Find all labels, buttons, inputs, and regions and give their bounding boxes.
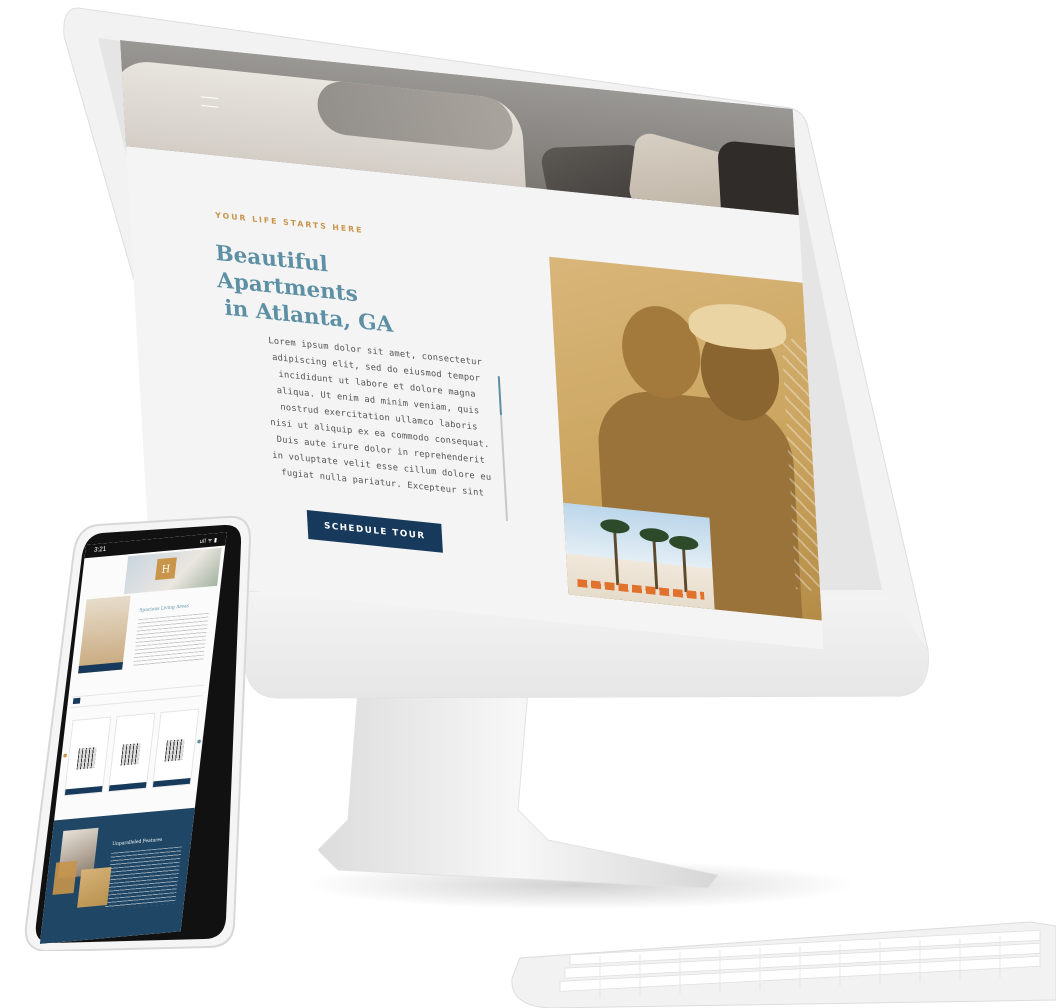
features-body-lines	[104, 846, 182, 910]
pool-photo	[563, 502, 715, 610]
carousel-prev-icon[interactable]	[63, 753, 68, 758]
palm-trunk	[652, 535, 659, 590]
keyboard	[511, 921, 1056, 1008]
chair-shape	[716, 139, 799, 216]
hero-eyebrow: YOUR LIFE STARTS HERE	[215, 210, 364, 235]
floorplan-card[interactable]	[151, 708, 200, 789]
phone-screen-area: 3:21 ull ᯤ ▮ H Spacious Living Areas Unp…	[39, 532, 246, 965]
status-time: 3:21	[93, 545, 107, 554]
mobile-filter-bar[interactable]	[70, 684, 204, 709]
floorplan-card[interactable]	[107, 712, 156, 793]
floorplan-image	[164, 739, 185, 762]
features-photo-small	[77, 866, 112, 908]
floorplan-image	[76, 747, 97, 770]
filter-chip-active[interactable]	[72, 697, 81, 705]
floorplan-button[interactable]	[64, 786, 103, 796]
palm-frond	[599, 518, 630, 535]
hero-headline: Beautiful Apartments in Atlanta, GA	[215, 240, 473, 347]
palm-trunk	[681, 543, 688, 593]
signal-wifi-battery-icon: ull ᯤ ▮	[199, 536, 218, 546]
carousel-next-icon[interactable]	[197, 739, 202, 744]
imac-stand	[318, 690, 718, 889]
palm-trunk	[613, 527, 620, 586]
hamburger-menu-icon[interactable]	[200, 96, 219, 108]
features-accent-block	[52, 860, 78, 895]
floorplan-button[interactable]	[152, 778, 191, 788]
floorplan-image	[120, 743, 141, 766]
mobile-body-lines	[132, 612, 209, 667]
palm-frond	[668, 534, 699, 552]
phone-mockup: 3:21 ull ᯤ ▮ H Spacious Living Areas Unp…	[18, 515, 254, 951]
floorplan-card[interactable]	[63, 716, 112, 797]
floorplan-button[interactable]	[108, 782, 147, 792]
palm-frond	[639, 526, 670, 544]
mobile-section-title: Spacious Living Areas	[139, 603, 190, 614]
brand-logo: H	[155, 557, 177, 581]
hat-shape	[687, 299, 788, 354]
hero-body-text: Lorem ipsum dolor sit amet, consectetur …	[268, 336, 492, 499]
couple-photo	[549, 256, 822, 621]
schedule-tour-button[interactable]: SCHEDULE TOUR	[306, 510, 443, 553]
divider-accent	[497, 376, 502, 415]
